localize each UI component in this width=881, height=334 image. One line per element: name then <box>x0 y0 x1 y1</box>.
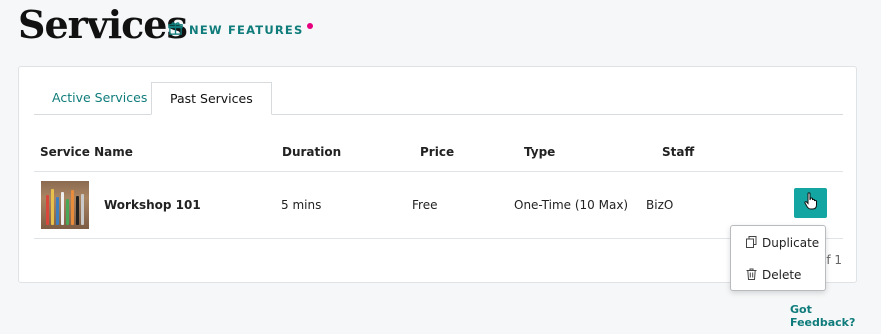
service-thumbnail <box>41 181 89 229</box>
new-features-link[interactable]: NEW FEATURES <box>168 20 314 40</box>
row-actions-menu: Duplicate Delete <box>730 225 826 291</box>
menu-item-label: Duplicate <box>762 236 820 250</box>
service-duration: 5 mins <box>281 198 322 212</box>
got-feedback-link[interactable]: Got Feedback? <box>790 303 881 329</box>
column-header-type: Type <box>524 145 556 159</box>
menu-item-delete[interactable]: Delete <box>731 261 825 289</box>
duplicate-icon <box>746 235 757 251</box>
trash-icon <box>746 268 757 283</box>
tab-bar: Active Services Past Services <box>34 82 843 115</box>
row-actions-button[interactable] <box>794 188 827 218</box>
new-features-label: NEW FEATURES <box>189 23 304 37</box>
column-header-staff: Staff <box>662 145 695 159</box>
gift-icon <box>168 21 183 39</box>
column-header-duration: Duration <box>282 145 342 159</box>
service-staff: BizO <box>646 198 674 212</box>
menu-item-duplicate[interactable]: Duplicate <box>731 229 825 257</box>
column-header-price: Price <box>420 145 455 159</box>
service-price: Free <box>412 198 438 212</box>
notification-dot <box>307 23 314 29</box>
page-title: Services <box>18 2 188 47</box>
pointer-cursor-icon <box>803 192 818 214</box>
divider <box>34 238 843 239</box>
tab-past-services[interactable]: Past Services <box>151 82 272 115</box>
menu-item-label: Delete <box>762 268 802 282</box>
service-type: One-Time (10 Max) <box>514 198 629 212</box>
service-name[interactable]: Workshop 101 <box>104 198 201 212</box>
divider <box>34 171 843 172</box>
column-header-service-name: Service Name <box>40 145 133 159</box>
tab-active-services[interactable]: Active Services <box>34 82 165 114</box>
